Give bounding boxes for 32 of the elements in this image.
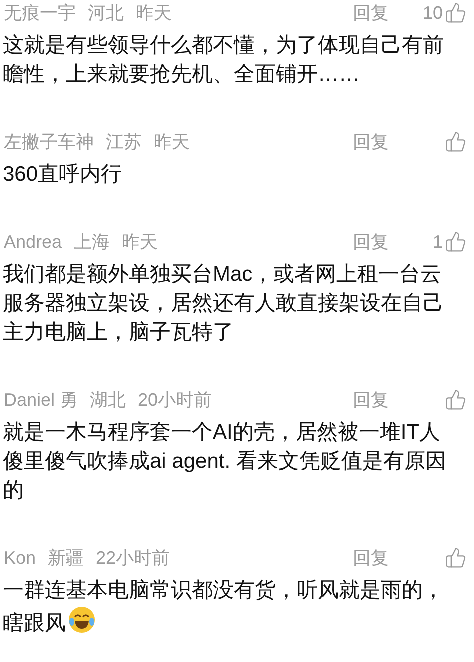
comment-time: 20小时前 <box>138 388 212 412</box>
comment-time: 昨天 <box>122 230 158 254</box>
user-region: 新疆 <box>48 546 84 570</box>
like-icon[interactable] <box>445 131 467 153</box>
like-icon[interactable] <box>445 231 467 253</box>
comment-text: 这就是有些领导什么都不懂，为了体现自己有前瞻性，上来就要抢先机、全面铺开…… <box>3 33 445 88</box>
comment-text: 就是一木马程序套一个AI的壳，居然被一堆IT人傻里傻气吹捧成ai agent. 看来文凭贬值是有原因的 <box>3 420 448 504</box>
like-count: 10 <box>422 2 443 24</box>
reply-button[interactable]: 回复 <box>353 228 389 256</box>
like-icon[interactable] <box>445 547 467 569</box>
comment-time: 22小时前 <box>96 546 170 570</box>
user-region: 河北 <box>88 2 124 24</box>
comment-text: 一群连基本电脑常识都没有货，听风就是雨的，瞎跟风 <box>3 578 445 637</box>
reply-button[interactable]: 回复 <box>353 128 389 156</box>
comment-time: 昨天 <box>154 130 190 154</box>
user-name: Kon <box>4 546 36 570</box>
reply-button[interactable]: 回复 <box>353 544 389 572</box>
reply-button[interactable]: 回复 <box>353 386 389 414</box>
comment-time: 昨天 <box>136 2 172 24</box>
user-name: 左撇子车神 <box>4 130 94 154</box>
user-region: 湖北 <box>90 388 126 412</box>
comment-text: 我们都是额外单独买台Mac，或者网上租一台云服务器独立架设，居然还有人敢直接架设在自己主力电脑上，脑子瓦特了 <box>3 262 445 346</box>
comment-text: 360直呼内行 <box>3 162 124 188</box>
user-region: 江苏 <box>106 130 142 154</box>
user-region: 上海 <box>74 230 110 254</box>
like-count: 1 <box>432 230 443 254</box>
like-icon[interactable] <box>445 2 467 24</box>
user-name: Daniel 勇 <box>4 388 78 412</box>
user-name: 无痕一宇 <box>4 2 76 24</box>
user-name: Andrea <box>4 230 62 254</box>
reply-button[interactable]: 回复 <box>353 0 389 26</box>
like-icon[interactable] <box>445 389 467 411</box>
